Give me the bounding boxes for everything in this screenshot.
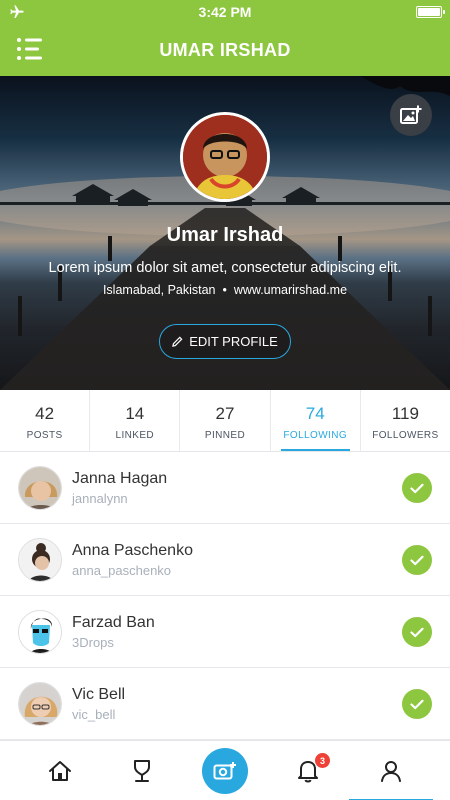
list-item[interactable]: Farzad Ban 3Drops <box>0 596 450 668</box>
stat-label: FOLLOWING <box>283 430 348 441</box>
user-handle: vic_bell <box>72 707 116 722</box>
checkmark-icon <box>410 483 424 494</box>
user-handle: jannalynn <box>72 491 128 506</box>
tab-camera[interactable] <box>180 741 270 800</box>
user-handle: anna_paschenko <box>72 563 172 578</box>
change-cover-button[interactable] <box>390 94 432 136</box>
list-item[interactable]: Vic Bell vic_bell <box>0 668 450 740</box>
profile-website[interactable]: www.umarirshad.me <box>234 283 347 297</box>
stat-value: 14 <box>125 404 145 423</box>
profile-bio: Lorem ipsum dolor sit amet, consectetur … <box>48 260 402 276</box>
camera-icon <box>213 762 236 780</box>
list-item[interactable]: Janna Hagan jannalynn <box>0 452 450 524</box>
checkmark-icon <box>410 555 424 566</box>
status-bar: 3:42 PM <box>0 0 450 24</box>
user-name: Janna Hagan <box>72 470 168 487</box>
stat-following[interactable]: 74 FOLLOWING <box>271 390 361 451</box>
profile-location: Islamabad, Pakistan <box>102 283 216 297</box>
camera-button[interactable] <box>202 748 248 794</box>
home-icon <box>49 761 71 781</box>
edit-profile-button[interactable]: EDIT PROFILE <box>159 324 291 359</box>
nav-bar: UMAR IRSHAD <box>0 24 450 76</box>
following-toggle[interactable] <box>402 473 432 503</box>
stats-bar: 42 POSTS 14 LINKED 27 PINNED 74 FOLLOWIN… <box>0 390 450 452</box>
pin-icon <box>134 760 150 782</box>
meta-separator: • <box>222 283 227 297</box>
following-toggle[interactable] <box>402 545 432 575</box>
stat-label: POSTS <box>26 430 63 441</box>
avatar[interactable] <box>18 610 62 654</box>
tab-notifications[interactable]: 3 <box>263 741 353 800</box>
stat-value: 74 <box>305 404 325 423</box>
avatar-image <box>19 467 61 509</box>
notification-badge: 3 <box>315 753 330 768</box>
user-name: Farzad Ban <box>72 614 155 631</box>
avatar[interactable] <box>18 466 62 510</box>
following-list: Janna Hagan jannalynn Anna Paschenko ann… <box>0 452 450 740</box>
user-name: Vic Bell <box>72 686 126 703</box>
profile-meta: Islamabad, Pakistan • www.umarirshad.me <box>0 283 450 297</box>
checkmark-icon <box>410 627 424 638</box>
avatar[interactable] <box>18 538 62 582</box>
user-name: Anna Paschenko <box>72 542 193 559</box>
list-item[interactable]: Anna Paschenko anna_paschenko <box>0 524 450 596</box>
stat-label: FOLLOWERS <box>372 430 439 441</box>
tab-profile[interactable] <box>346 741 436 800</box>
user-icon <box>381 761 401 782</box>
stat-pinned[interactable]: 27 PINNED <box>180 390 271 451</box>
avatar-image <box>19 683 61 725</box>
page-title: UMAR IRSHAD <box>159 39 291 60</box>
profile-avatar[interactable] <box>180 112 270 202</box>
edit-profile-label: EDIT PROFILE <box>189 334 278 349</box>
avatar[interactable] <box>18 682 62 726</box>
stat-value: 27 <box>215 404 235 423</box>
stat-posts[interactable]: 42 POSTS <box>0 390 91 451</box>
stat-value: 42 <box>35 404 55 423</box>
user-handle: 3Drops <box>72 635 114 650</box>
stat-label: LINKED <box>115 430 155 441</box>
avatar-image <box>183 115 267 199</box>
avatar-image <box>19 539 61 581</box>
profile-header: Umar Irshad Lorem ipsum dolor sit amet, … <box>0 76 450 390</box>
stat-value: 119 <box>391 404 419 423</box>
add-photo-icon <box>400 105 422 124</box>
stat-label: PINNED <box>204 430 246 441</box>
pencil-icon <box>172 336 183 347</box>
stat-linked[interactable]: 14 LINKED <box>90 390 181 451</box>
checkmark-icon <box>410 699 424 710</box>
profile-name: Umar Irshad <box>166 224 284 246</box>
airplane-icon <box>10 5 24 18</box>
tab-bar: 3 <box>0 740 450 800</box>
battery-icon <box>416 6 445 18</box>
tab-pins[interactable] <box>97 741 187 800</box>
menu-icon[interactable] <box>16 36 44 62</box>
following-toggle[interactable] <box>402 689 432 719</box>
following-toggle[interactable] <box>402 617 432 647</box>
stat-followers[interactable]: 119 FOLLOWERS <box>361 390 450 451</box>
avatar-image <box>19 611 61 653</box>
status-time: 3:42 PM <box>198 4 252 20</box>
tab-home[interactable] <box>15 741 105 800</box>
